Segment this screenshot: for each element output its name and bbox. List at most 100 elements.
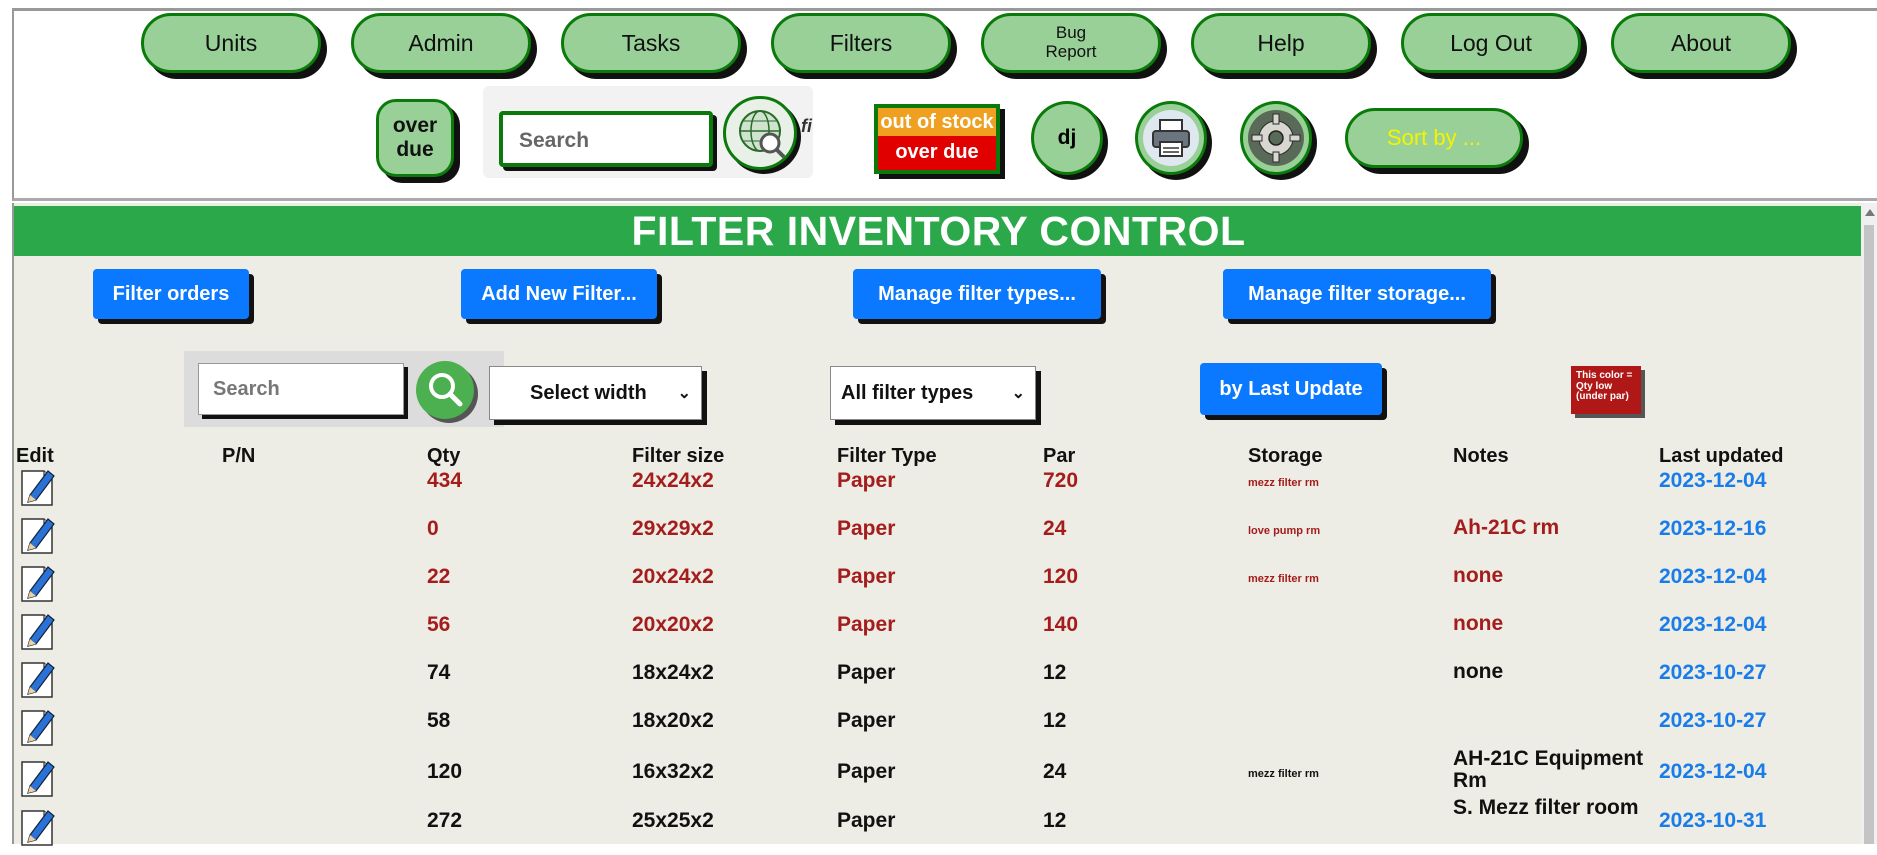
cell-updated: 2023-12-16 <box>1659 517 1767 540</box>
cell-updated: 2023-12-04 <box>1659 760 1767 783</box>
cell-size: 20x24x2 <box>632 565 714 588</box>
cell-type: Paper <box>837 661 896 684</box>
overdue-button[interactable]: over due <box>376 99 454 177</box>
header-filter-type: Filter Type <box>837 445 937 467</box>
chevron-down-icon: ⌄ <box>677 385 691 402</box>
header-par: Par <box>1043 445 1076 467</box>
cell-updated: 2023-12-04 <box>1659 469 1767 492</box>
filter-search-input[interactable]: Search <box>198 363 404 415</box>
table-row: 0 29x29x2 Paper 24 love pump rm Ah-21C rm 2023… <box>14 516 1863 563</box>
edit-icon[interactable] <box>18 609 58 651</box>
edit-icon[interactable] <box>18 705 58 747</box>
header-filter-size: Filter size <box>632 445 725 467</box>
print-button[interactable] <box>1135 101 1207 175</box>
manage-filter-types-button[interactable]: Manage filter types... <box>853 269 1101 319</box>
header-qty: Qty <box>427 445 461 467</box>
cell-size: 29x29x2 <box>632 517 714 540</box>
manage-filter-storage-button[interactable]: Manage filter storage... <box>1223 269 1491 319</box>
bug-report-line1: Bug <box>1055 23 1087 43</box>
cell-updated: 2023-10-27 <box>1659 709 1767 732</box>
printer-icon <box>1143 110 1199 166</box>
edit-icon[interactable] <box>18 465 58 507</box>
filter-orders-button[interactable]: Filter orders <box>93 269 249 319</box>
page-title: FILTER INVENTORY CONTROL <box>14 206 1863 256</box>
out-of-stock-label: out of stock <box>878 108 996 136</box>
filter-type-select[interactable]: All filter types ⌄ <box>830 366 1036 420</box>
cell-updated: 2023-10-27 <box>1659 661 1767 684</box>
cell-storage: mezz filter rm <box>1248 573 1319 585</box>
table-row: 22 20x24x2 Paper 120 mezz filter rm none 2023-… <box>14 564 1863 611</box>
header-storage: Storage <box>1248 445 1323 467</box>
filter-search: Search <box>184 351 504 427</box>
table-row: 272 25x25x2 Paper 12 S. Mezz filter room 2023… <box>14 796 1863 855</box>
nav-bug-report-button[interactable]: Bug Report <box>981 13 1161 73</box>
cell-updated: 2023-12-04 <box>1659 565 1767 588</box>
scroll-thumb[interactable] <box>1864 225 1874 844</box>
overdue-line2: due <box>396 138 434 161</box>
scroll-up-icon[interactable] <box>1865 209 1875 216</box>
nav-logout-button[interactable]: Log Out <box>1401 13 1581 73</box>
width-select-value: Select width <box>530 381 647 404</box>
settings-button[interactable] <box>1240 101 1312 175</box>
cell-type: Paper <box>837 809 896 832</box>
cell-qty: 22 <box>427 565 451 588</box>
sort-by-button[interactable]: Sort by ... <box>1345 108 1523 168</box>
globe-search-icon[interactable] <box>723 96 797 170</box>
cell-size: 20x20x2 <box>632 613 714 636</box>
table-row: 434 24x24x2 Paper 720 mezz filter rm 2023-12-… <box>14 469 1863 515</box>
cell-qty: 0 <box>427 517 439 540</box>
user-avatar-button[interactable]: dj <box>1031 101 1103 175</box>
cell-par: 24 <box>1043 760 1067 783</box>
cell-size: 24x24x2 <box>632 469 714 492</box>
low-qty-legend: This color = Qty low (under par) <box>1571 366 1641 414</box>
bug-report-line2: Report <box>1045 42 1097 61</box>
add-new-filter-button[interactable]: Add New Filter... <box>461 269 657 319</box>
cell-notes: Ah-21C rm <box>1453 516 1560 539</box>
filter-search-button[interactable] <box>416 361 474 419</box>
edit-icon[interactable] <box>18 657 58 699</box>
cell-type: Paper <box>837 709 896 732</box>
cell-storage: mezz filter rm <box>1248 768 1319 780</box>
nav-admin-button[interactable]: Admin <box>351 13 531 73</box>
over-due-label: over due <box>878 136 996 170</box>
nav-tasks-button[interactable]: Tasks <box>561 13 741 73</box>
sort-by-last-update-button[interactable]: by Last Update <box>1200 363 1382 415</box>
nav-about-button[interactable]: About <box>1611 13 1791 73</box>
global-search-input[interactable]: Search <box>499 111 713 167</box>
cell-par: 140 <box>1043 613 1079 636</box>
overdue-line1: over <box>392 113 438 137</box>
cell-qty: 56 <box>427 613 451 636</box>
magnifier-icon <box>429 373 463 407</box>
cell-notes: none <box>1453 612 1504 635</box>
table-row: 74 18x24x2 Paper 12 none 2023-10-27 <box>14 660 1863 707</box>
cell-size: 18x20x2 <box>632 709 714 732</box>
stock-status-badge[interactable]: out of stock over due <box>874 104 1000 174</box>
cell-par: 120 <box>1043 565 1079 588</box>
cell-size: 25x25x2 <box>632 809 714 832</box>
cell-par: 720 <box>1043 469 1079 492</box>
cell-type: Paper <box>837 760 896 783</box>
cell-storage: love pump rm <box>1248 525 1321 537</box>
edit-icon[interactable] <box>18 561 58 603</box>
cell-qty: 434 <box>427 469 463 492</box>
header-notes: Notes <box>1453 445 1509 467</box>
nav-units-button[interactable]: Units <box>141 13 321 73</box>
header-last-updated: Last updated <box>1659 445 1784 467</box>
edit-icon[interactable] <box>18 756 58 798</box>
search-suffix-text: fi <box>801 116 812 136</box>
edit-icon[interactable] <box>18 513 58 555</box>
nav-filters-button[interactable]: Filters <box>771 13 951 73</box>
width-select[interactable]: Select width ⌄ <box>489 366 702 420</box>
cell-qty: 74 <box>427 661 451 684</box>
cell-qty: 272 <box>427 809 463 832</box>
vertical-scrollbar[interactable] <box>1861 203 1877 844</box>
filter-type-select-value: All filter types <box>841 381 974 404</box>
cell-notes: none <box>1453 564 1504 587</box>
cell-size: 18x24x2 <box>632 661 714 684</box>
cell-type: Paper <box>837 613 896 636</box>
cell-type: Paper <box>837 469 896 492</box>
edit-icon[interactable] <box>18 805 58 847</box>
nav-help-button[interactable]: Help <box>1191 13 1371 73</box>
cell-qty: 58 <box>427 709 451 732</box>
table-row: 56 20x20x2 Paper 140 none 2023-12-04 <box>14 612 1863 659</box>
